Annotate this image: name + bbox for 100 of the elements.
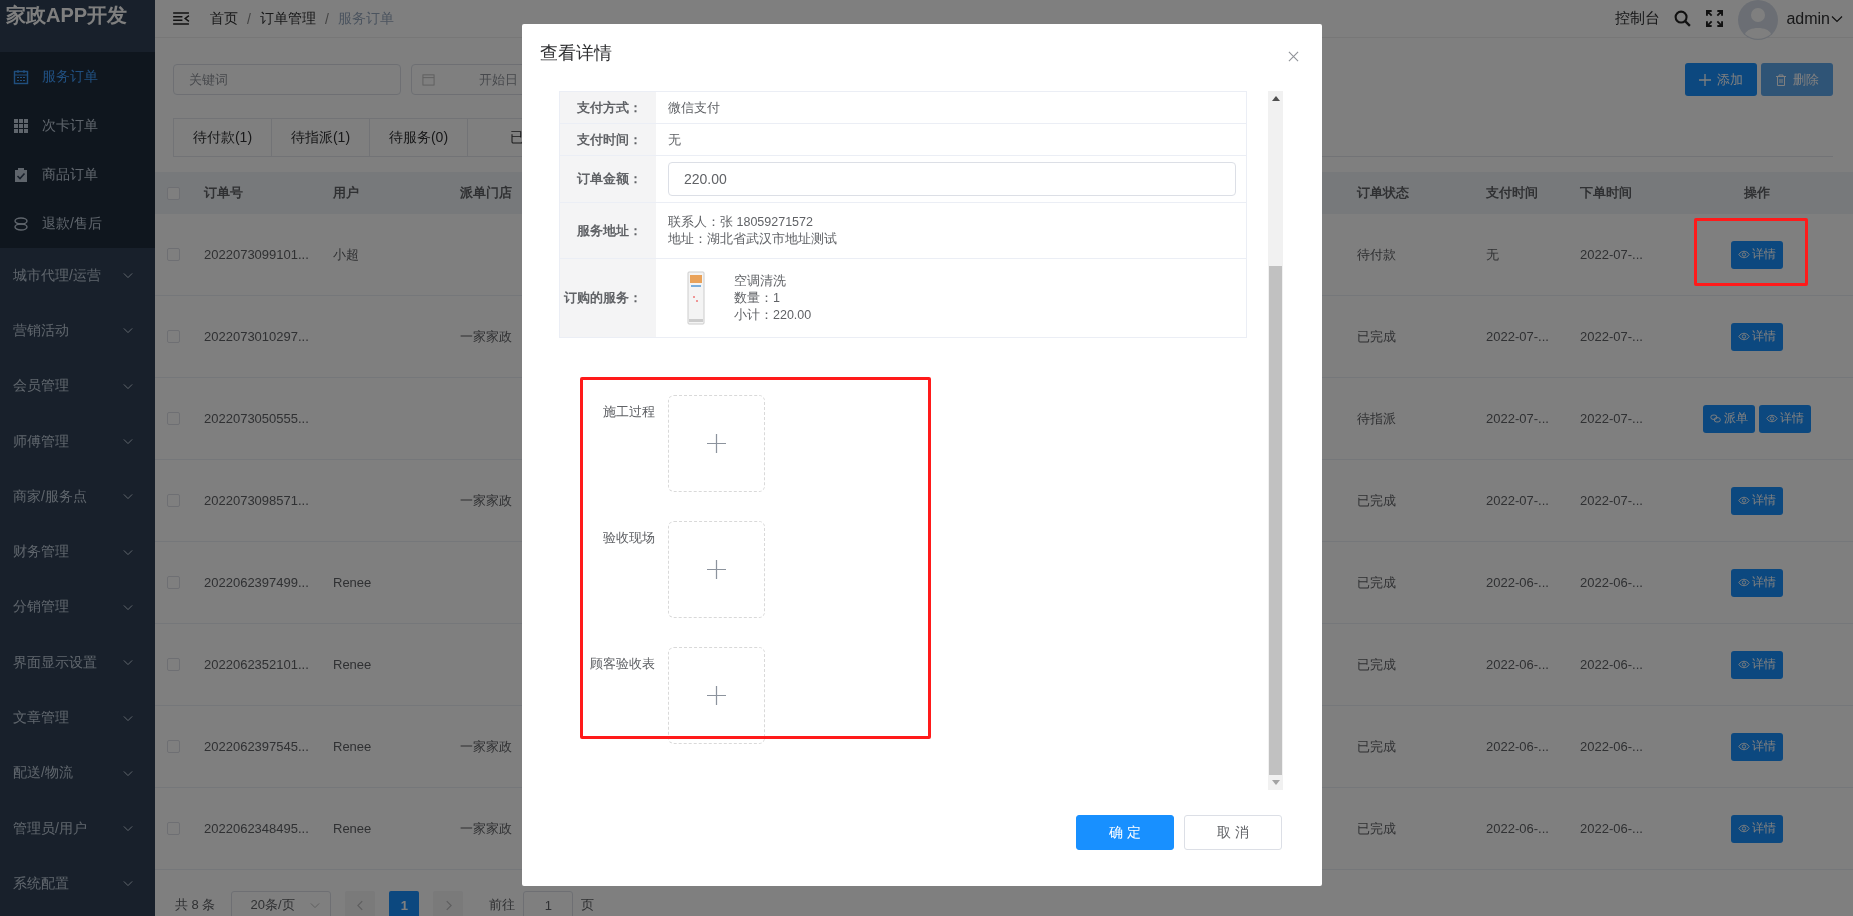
detail-button[interactable]: 详情	[1730, 814, 1783, 843]
sidebar-item[interactable]: 商品订单	[0, 150, 155, 199]
console-link[interactable]: 控制台	[1615, 9, 1661, 28]
detail-label: 支付时间：	[577, 130, 642, 149]
table-cell: 2022-07-...	[1486, 493, 1549, 508]
user-menu[interactable]: admin	[1786, 9, 1830, 28]
close-icon[interactable]	[1288, 51, 1299, 62]
sidebar-group[interactable]: 管理员/用户	[0, 800, 155, 857]
page-number[interactable]: 1	[389, 891, 420, 916]
page-size-select[interactable]: 20条/页	[231, 891, 332, 916]
scroll-down-icon[interactable]	[1271, 780, 1280, 785]
eye-icon	[1737, 660, 1750, 669]
table-cell: 2022-06-...	[1580, 739, 1643, 754]
sidebar-item[interactable]: 次卡订单	[0, 101, 155, 150]
chevron-down-icon	[123, 382, 133, 390]
table-cell: 2022073098571...	[204, 493, 309, 508]
chevron-down-icon	[123, 714, 133, 722]
caret-icon[interactable]	[1831, 14, 1843, 23]
goto-page-field[interactable]: 1	[523, 891, 574, 916]
status-tab[interactable]: 待付款(1)	[173, 118, 272, 156]
scrollbar[interactable]	[1268, 91, 1283, 790]
detail-button[interactable]: 详情	[1730, 568, 1783, 597]
table-cell: 2022-06-...	[1580, 821, 1643, 836]
calendar-icon	[422, 73, 435, 86]
amount-field[interactable]: 220.00	[668, 162, 1236, 196]
detail-button[interactable]: 详情	[1730, 240, 1783, 269]
sidebar-item[interactable]: 退款/售后	[0, 199, 155, 248]
confirm-button[interactable]: 确 定	[1076, 815, 1174, 850]
sidebar-group[interactable]: 城市代理/运营	[0, 248, 155, 304]
upload-label: 顾客验收表	[589, 655, 656, 673]
table-cell: 待指派	[1357, 409, 1396, 428]
table-cell: 2022-06-...	[1580, 575, 1643, 590]
chevron-right-icon	[444, 899, 452, 911]
table-cell: Renee	[333, 821, 372, 836]
table-cell: 2022062397545...	[204, 739, 309, 754]
table-cell: 无	[1486, 245, 1499, 264]
table-cell: 2022073050555...	[204, 411, 309, 426]
eye-icon	[1737, 578, 1750, 587]
table-cell: 已完成	[1357, 655, 1396, 674]
upload-label: 验收现场	[602, 529, 656, 547]
app-logo: 家政APP开发	[5, 3, 129, 28]
plus-icon	[1699, 73, 1711, 86]
menu-icon[interactable]	[173, 12, 190, 25]
detail-button[interactable]: 详情	[1730, 650, 1783, 679]
chevron-down-icon	[123, 548, 133, 556]
address-line: 地址：湖北省武汉市地址测试	[668, 230, 837, 248]
detail-button[interactable]: 详情	[1730, 322, 1783, 351]
table-cell: 已完成	[1357, 327, 1396, 346]
cancel-button[interactable]: 取 消	[1184, 815, 1282, 850]
chevron-down-icon	[123, 327, 133, 335]
eye-icon	[1765, 414, 1778, 423]
table-cell: 已完成	[1357, 819, 1396, 838]
breadcrumb-link[interactable]: 首页	[210, 9, 238, 28]
table-cell: 2022-06-...	[1580, 657, 1643, 672]
column-header: 派单门店	[460, 184, 512, 202]
detail-button[interactable]: 详情	[1730, 732, 1783, 761]
plus-icon	[707, 434, 726, 453]
sidebar-group[interactable]: 财务管理	[0, 524, 155, 580]
dispatch-button[interactable]: 派单	[1702, 404, 1755, 433]
eye-icon	[1737, 496, 1750, 505]
detail-button[interactable]: 详情	[1758, 404, 1811, 433]
previous-page-button[interactable]	[345, 891, 376, 916]
eye-icon	[1737, 824, 1750, 833]
chevron-down-icon	[123, 659, 133, 667]
dialog-title: 查看详情	[540, 41, 612, 65]
add-button[interactable]: 添加	[1685, 63, 1757, 96]
sidebar-group[interactable]: 界面显示设置	[0, 635, 155, 691]
column-header: 操作	[1743, 184, 1770, 202]
upload-label: 施工过程	[602, 403, 656, 421]
breadcrumb-separator: /	[324, 10, 329, 27]
sidebar-group[interactable]: 系统配置	[0, 856, 155, 912]
table-cell: 2022-07-...	[1486, 411, 1549, 426]
table-cell: Renee	[333, 739, 372, 754]
sidebar-group[interactable]: 营销活动	[0, 303, 155, 359]
grid-icon	[13, 117, 29, 134]
next-page-button[interactable]	[433, 891, 464, 916]
sidebar-item[interactable]: 服务订单	[0, 52, 155, 101]
search-icon[interactable]	[1674, 10, 1692, 27]
detail-label: 订购的服务：	[564, 289, 642, 307]
sidebar-group[interactable]: 商家/服务点	[0, 469, 155, 525]
column-header: 下单时间	[1580, 184, 1632, 202]
table-cell: 2022-07-...	[1580, 329, 1643, 344]
trash-icon	[1775, 73, 1787, 86]
sidebar-group[interactable]: 师傅管理	[0, 413, 155, 470]
sidebar-group[interactable]: 会员管理	[0, 358, 155, 414]
column-header: 订单号	[204, 184, 243, 202]
table-cell: 2022-07-...	[1580, 411, 1643, 426]
fullscreen-icon[interactable]	[1706, 10, 1724, 27]
sidebar-group[interactable]: 配送/物流	[0, 745, 155, 801]
sidebar-group[interactable]: 分销管理	[0, 579, 155, 636]
chevron-down-icon	[123, 493, 133, 501]
plus-icon	[707, 560, 726, 579]
eye-icon	[1737, 332, 1750, 341]
scroll-up-icon[interactable]	[1271, 96, 1280, 101]
image-upload[interactable]	[668, 647, 765, 744]
breadcrumb-link[interactable]: 订单管理	[259, 9, 316, 28]
table-cell: 已完成	[1357, 573, 1396, 592]
sidebar-group[interactable]: 文章管理	[0, 690, 155, 746]
detail-button[interactable]: 详情	[1730, 486, 1783, 515]
chevron-down-icon	[123, 603, 133, 611]
